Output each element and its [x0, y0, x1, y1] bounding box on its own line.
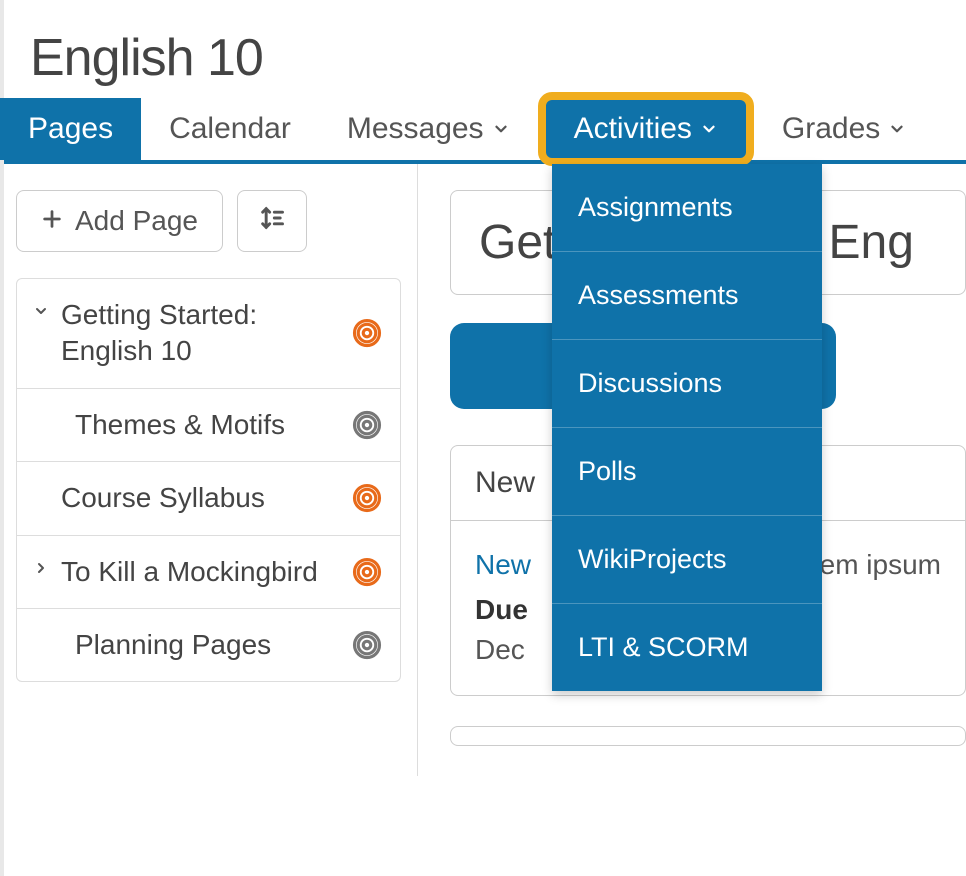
page-item-label: Getting Started: English 10	[61, 297, 352, 370]
page-item-planning[interactable]: Planning Pages	[17, 608, 400, 681]
content-area: Add Page Getting Started: English 10	[0, 164, 966, 776]
activities-dropdown: Assignments Assessments Discussions Poll…	[552, 164, 822, 691]
plus-icon	[41, 205, 63, 237]
tab-label: Calendar	[169, 112, 291, 146]
dropdown-item-polls[interactable]: Polls	[552, 427, 822, 515]
sort-button[interactable]	[237, 190, 307, 252]
sort-icon	[258, 204, 286, 239]
sidebar: Add Page Getting Started: English 10	[0, 164, 418, 776]
page-title: English 10	[0, 0, 966, 98]
add-page-label: Add Page	[75, 205, 198, 237]
tab-grades[interactable]: Grades	[754, 98, 934, 160]
add-page-button[interactable]: Add Page	[16, 190, 223, 252]
dropdown-item-discussions[interactable]: Discussions	[552, 339, 822, 427]
tab-label: Activities	[574, 112, 692, 146]
chevron-down-icon	[492, 120, 510, 138]
card-due-value: Dec	[475, 634, 525, 665]
feed-icon	[352, 410, 382, 440]
tab-label: Grades	[782, 112, 880, 146]
feed-icon	[352, 318, 382, 348]
tab-label: Pages	[28, 112, 113, 146]
page-list: Getting Started: English 10 Themes & Mot…	[16, 278, 401, 682]
card-link[interactable]: New	[475, 549, 531, 580]
tab-activities[interactable]: Activities	[538, 92, 754, 166]
chevron-down-icon	[888, 120, 906, 138]
nav-tabs: Pages Calendar Messages Activities Grade…	[0, 98, 966, 164]
dropdown-item-wikiprojects[interactable]: WikiProjects	[552, 515, 822, 603]
dropdown-item-lti-scorm[interactable]: LTI & SCORM	[552, 603, 822, 691]
page-item-label: Themes & Motifs	[75, 407, 285, 443]
tab-messages[interactable]: Messages	[319, 98, 538, 160]
card-due-label: Due	[475, 594, 528, 625]
sidebar-actions: Add Page	[16, 190, 401, 252]
tab-label: Messages	[347, 112, 484, 146]
page-item-label: Planning Pages	[75, 627, 271, 663]
tab-pages[interactable]: Pages	[0, 98, 141, 160]
page-item-themes[interactable]: Themes & Motifs	[17, 388, 400, 461]
dropdown-item-assessments[interactable]: Assessments	[552, 251, 822, 339]
page-item-label: To Kill a Mockingbird	[61, 554, 318, 590]
page-item-getting-started[interactable]: Getting Started: English 10	[17, 279, 400, 388]
chevron-down-icon	[700, 120, 718, 138]
caret-right-icon	[31, 560, 51, 576]
card-description: rem ipsum	[810, 545, 941, 586]
page-item-mockingbird[interactable]: To Kill a Mockingbird	[17, 535, 400, 608]
caret-down-icon	[31, 303, 51, 319]
page-item-syllabus[interactable]: Course Syllabus	[17, 461, 400, 534]
feed-icon	[352, 557, 382, 587]
dropdown-item-assignments[interactable]: Assignments	[552, 164, 822, 251]
tab-calendar[interactable]: Calendar	[141, 98, 319, 160]
feed-icon	[352, 483, 382, 513]
page-item-label: Course Syllabus	[61, 480, 265, 516]
activity-card-next	[450, 726, 966, 746]
feed-icon	[352, 630, 382, 660]
